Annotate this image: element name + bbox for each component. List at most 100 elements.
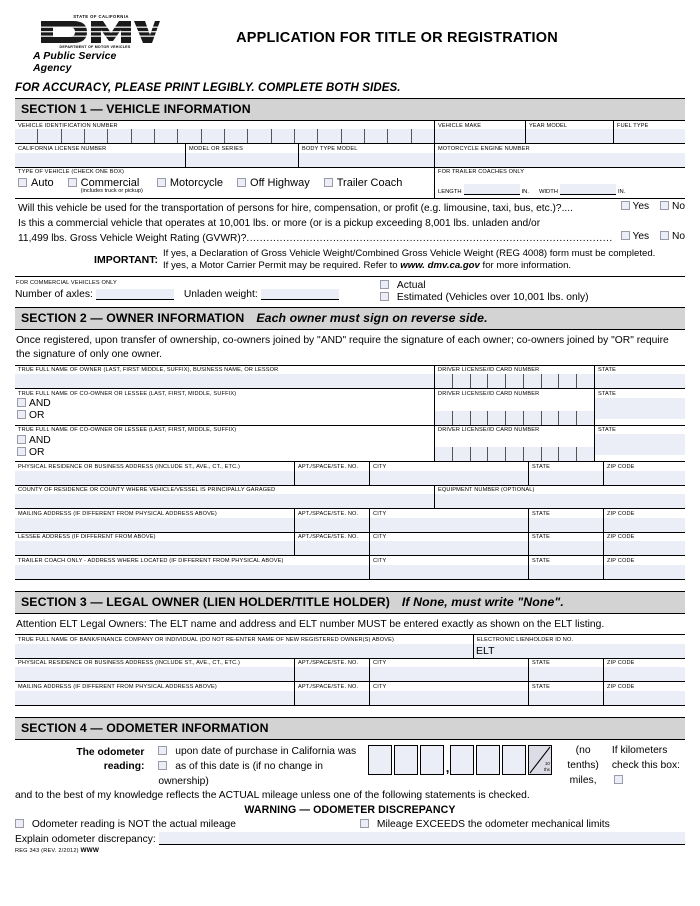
legal-physical-state-input[interactable] (529, 667, 603, 682)
vehicle-type-checkbox-trailer-coach[interactable] (323, 178, 333, 188)
equipment-number-input[interactable] (435, 494, 685, 509)
dl-cell-3[interactable] (470, 447, 489, 462)
physical-address-input[interactable] (15, 470, 294, 485)
lessee-zip-input[interactable] (604, 541, 685, 556)
coowner-2-or-checkbox[interactable] (17, 446, 26, 456)
vin-cell-9[interactable] (201, 129, 225, 144)
vin-cell-3[interactable] (61, 129, 85, 144)
body-type-input[interactable] (299, 152, 434, 167)
vin-cell-4[interactable] (84, 129, 109, 144)
vin-cell-14[interactable] (318, 129, 342, 144)
unladen-weight-input[interactable] (260, 288, 339, 300)
mailing-state-input[interactable] (529, 517, 603, 532)
actual-checkbox[interactable] (380, 280, 389, 290)
odometer-digit-6[interactable] (502, 744, 527, 775)
coowner-1-dl-input[interactable] (435, 410, 595, 425)
year-model-input[interactable] (526, 129, 613, 144)
bank-name-input[interactable] (15, 643, 473, 658)
vehicle-type-option-commercial[interactable]: Commercial (includes truck or pickup) (67, 177, 143, 194)
dl-cell-5[interactable] (506, 410, 524, 425)
coowner-1-and-checkbox[interactable] (17, 398, 26, 408)
dl-cell-9[interactable] (577, 410, 595, 425)
dl-cell-6[interactable] (523, 447, 542, 462)
dl-cell-2[interactable] (452, 410, 471, 425)
mailing-apt-input[interactable] (295, 517, 369, 532)
owner-name-input[interactable] (15, 374, 434, 389)
coowner-2-and-checkbox[interactable] (17, 434, 26, 444)
dl-cell-1[interactable] (435, 447, 453, 462)
legal-physical-address-input[interactable] (15, 667, 294, 682)
dl-cell-4[interactable] (488, 447, 507, 462)
mailing-address-input[interactable] (15, 517, 294, 532)
vin-cell-16[interactable] (364, 129, 389, 144)
not-actual-mileage-checkbox[interactable] (15, 818, 24, 828)
vin-cell-12[interactable] (271, 129, 295, 144)
vehicle-type-checkbox-motorcycle[interactable] (156, 178, 166, 188)
legal-mailing-state-input[interactable] (529, 690, 603, 705)
lessee-address-input[interactable] (15, 541, 294, 556)
vehicle-make-input[interactable] (435, 129, 525, 144)
vehicle-type-checkbox-off-highway[interactable] (237, 178, 247, 188)
dl-cell-4[interactable] (488, 374, 507, 389)
vin-cell-11[interactable] (248, 129, 272, 144)
kilometers-checkbox[interactable] (613, 774, 623, 784)
model-series-input[interactable] (186, 152, 298, 167)
odometer-digit-boxes[interactable]: , 10 ths (360, 744, 557, 775)
dl-cell-5[interactable] (506, 447, 524, 462)
dl-cell-9[interactable] (577, 447, 595, 462)
vin-cell-7[interactable] (154, 129, 179, 144)
vehicle-type-option-off-highway[interactable]: Off Highway (237, 177, 310, 189)
axles-input[interactable] (95, 288, 174, 300)
dl-cell-3[interactable] (470, 374, 489, 389)
legal-mailing-address-input[interactable] (15, 690, 294, 705)
owner-state-input[interactable] (595, 374, 685, 389)
mailing-zip-input[interactable] (604, 517, 685, 532)
odometer-current-checkbox[interactable] (158, 760, 168, 770)
vin-cell-17[interactable] (388, 129, 412, 144)
legal-physical-zip-input[interactable] (604, 667, 685, 682)
physical-apt-input[interactable] (295, 470, 369, 485)
odometer-digit-4[interactable] (450, 744, 475, 775)
dl-cell-7[interactable] (541, 410, 560, 425)
vehicle-type-option-trailer-coach[interactable]: Trailer Coach (323, 177, 402, 189)
dl-cell-8[interactable] (559, 410, 578, 425)
trailer-city-input[interactable] (370, 564, 528, 579)
vin-cell-15[interactable] (341, 129, 365, 144)
dl-cell-1[interactable] (435, 374, 453, 389)
vehicle-type-checkbox-auto[interactable] (18, 178, 27, 188)
mailing-city-input[interactable] (370, 517, 528, 532)
odometer-digit-2[interactable] (393, 744, 418, 775)
owner-dl-input[interactable] (435, 374, 595, 389)
dl-cell-6[interactable] (523, 410, 542, 425)
vin-input[interactable] (15, 129, 434, 144)
q1-yes-checkbox[interactable] (620, 201, 630, 211)
trailer-address-input[interactable] (15, 564, 369, 579)
vin-cell-5[interactable] (108, 129, 132, 144)
legal-physical-city-input[interactable] (370, 667, 528, 682)
physical-zip-input[interactable] (604, 470, 685, 485)
vin-cell-8[interactable] (178, 129, 202, 144)
dl-cell-6[interactable] (523, 374, 542, 389)
vin-cell-6[interactable] (131, 129, 155, 144)
dl-cell-5[interactable] (506, 374, 524, 389)
vehicle-type-checkbox-commercial[interactable] (67, 178, 77, 188)
odometer-digit-1[interactable] (367, 744, 392, 775)
odometer-digit-5[interactable] (476, 744, 501, 775)
coowner-1-or-checkbox[interactable] (17, 410, 26, 420)
q2-yes-checkbox[interactable] (620, 230, 630, 240)
legal-mailing-zip-input[interactable] (604, 690, 685, 705)
physical-city-input[interactable] (370, 470, 528, 485)
vin-cell-2[interactable] (38, 129, 62, 144)
dmv-url[interactable]: www. dmv.ca.gov (400, 260, 480, 271)
fuel-type-input[interactable] (614, 129, 685, 144)
legal-mailing-apt-input[interactable] (295, 690, 369, 705)
legal-physical-apt-input[interactable] (295, 667, 369, 682)
lessee-city-input[interactable] (370, 541, 528, 556)
vehicle-type-option-motorcycle[interactable]: Motorcycle (156, 177, 223, 189)
county-input[interactable] (15, 494, 434, 509)
dl-cell-2[interactable] (452, 447, 471, 462)
coowner-2-dl-input[interactable] (435, 447, 595, 462)
dl-cell-8[interactable] (559, 374, 578, 389)
trailer-width-input[interactable] (559, 184, 616, 196)
vehicle-type-option-auto[interactable]: Auto (18, 177, 54, 189)
